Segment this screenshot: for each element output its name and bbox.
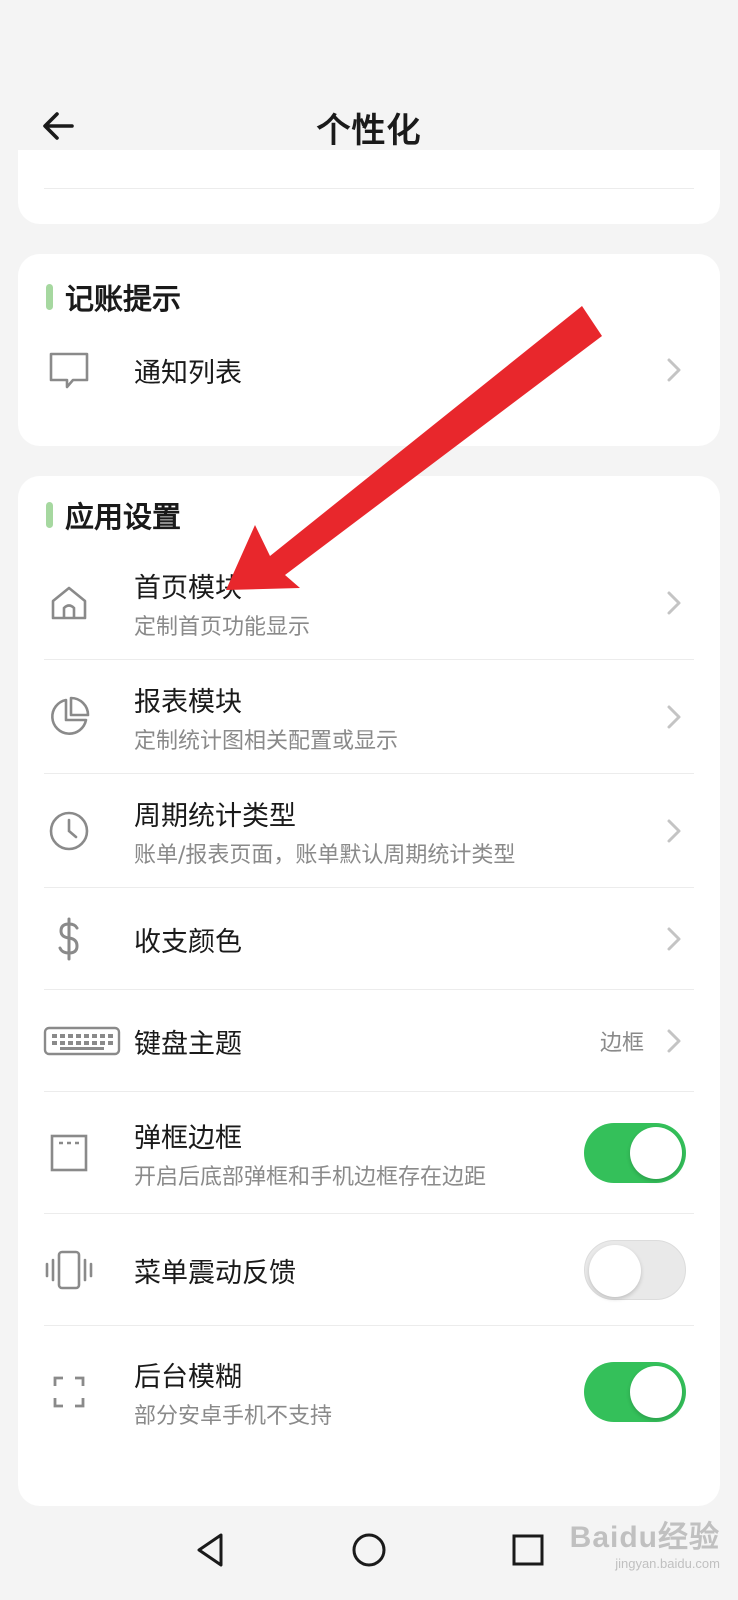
section-accent-bar: [46, 284, 53, 310]
row-income-expense-color[interactable]: 收支颜色: [44, 888, 694, 990]
toggle-knob: [630, 1127, 682, 1179]
chevron-right-icon: [662, 702, 686, 732]
row-menu-vibration: 菜单震动反馈: [44, 1214, 694, 1326]
row-title: 收支颜色: [134, 926, 242, 958]
row-texts: 弹框边框 开启后底部弹框和手机边框存在边距: [134, 1116, 486, 1191]
row-subtitle: 定制统计图相关配置或显示: [134, 728, 399, 754]
row-texts: 键盘主题: [134, 1022, 242, 1061]
row-title: 首页模块: [134, 572, 242, 604]
dialog-border-toggle[interactable]: [584, 1123, 686, 1183]
row-subtitle: 开启后底部弹框和手机边框存在边距: [134, 1164, 487, 1190]
notify-section-card: 记账提示 通知列表: [18, 254, 720, 446]
row-notification-list[interactable]: 通知列表: [44, 340, 694, 400]
row-texts: 周期统计类型 账单/报表页面，账单默认周期统计类型: [134, 794, 515, 869]
previous-section-card: [18, 150, 720, 224]
row-texts: 通知列表: [134, 351, 242, 390]
chevron-right-icon: [662, 355, 686, 385]
row-texts: 菜单震动反馈: [134, 1251, 296, 1290]
chevron-right-icon: [662, 1026, 686, 1056]
row-texts: 报表模块 定制统计图相关配置或显示: [134, 680, 398, 755]
row-texts: 后台模糊 部分安卓手机不支持: [134, 1355, 332, 1430]
row-value: 边框: [599, 1031, 644, 1056]
circle-home-icon: [352, 1533, 386, 1567]
row-title: 后台模糊: [134, 1361, 242, 1393]
frame-icon: [44, 1128, 94, 1178]
row-keyboard-theme[interactable]: 键盘主题 边框: [42, 990, 694, 1092]
row-texts: 收支颜色: [134, 920, 242, 959]
nav-recents-button[interactable]: [498, 1520, 558, 1580]
baidu-watermark: Baidu经验 jingyan.baidu.com: [570, 1512, 720, 1571]
divider: [44, 188, 694, 189]
row-title: 周期统计类型: [134, 800, 296, 832]
section-title-app: 应用设置: [46, 494, 181, 536]
keyboard-icon: [42, 1016, 122, 1066]
page-title: 个性化: [316, 111, 422, 151]
row-period-stat-type[interactable]: 周期统计类型 账单/报表页面，账单默认周期统计类型: [44, 774, 694, 888]
chevron-right-icon: [662, 588, 686, 618]
menu-vibration-toggle[interactable]: [584, 1240, 686, 1300]
vibrate-icon: [44, 1245, 94, 1295]
pie-chart-icon: [44, 692, 94, 742]
chevron-right-icon: [662, 816, 686, 846]
row-title: 通知列表: [134, 357, 242, 389]
dollar-icon: [44, 914, 94, 964]
row-title: 弹框边框: [134, 1122, 242, 1154]
row-subtitle: 部分安卓手机不支持: [134, 1403, 333, 1429]
chevron-right-icon: [662, 924, 686, 954]
clock-icon: [44, 806, 94, 856]
row-texts: 首页模块 定制首页功能显示: [134, 566, 310, 641]
toggle-knob: [589, 1245, 641, 1297]
background-blur-toggle[interactable]: [584, 1362, 686, 1422]
app-settings-card: 应用设置 首页模块 定制首页功能显示 报表模块 定制统计图相关配置或显示 周期统…: [18, 476, 720, 1506]
watermark-main: Baidu经验: [569, 1521, 720, 1554]
section-accent-bar: [46, 502, 53, 528]
blur-corners-icon: [44, 1367, 94, 1417]
row-title: 菜单震动反馈: [134, 1257, 296, 1289]
section-title-notify: 记账提示: [46, 276, 181, 318]
nav-back-button[interactable]: [180, 1520, 240, 1580]
nav-home-button[interactable]: [339, 1520, 399, 1580]
section-title-label: 应用设置: [65, 500, 182, 534]
home-icon: [44, 578, 94, 628]
chat-bubble-icon: [44, 345, 94, 395]
row-dialog-border: 弹框边框 开启后底部弹框和手机边框存在边距: [44, 1092, 694, 1214]
row-home-module[interactable]: 首页模块 定制首页功能显示: [44, 546, 694, 660]
row-title: 报表模块: [134, 686, 242, 718]
triangle-back-icon: [197, 1533, 223, 1567]
row-background-blur: 后台模糊 部分安卓手机不支持: [44, 1326, 694, 1458]
row-subtitle: 定制首页功能显示: [134, 614, 311, 640]
watermark-sub: jingyan.baidu.com: [615, 1556, 720, 1571]
row-report-module[interactable]: 报表模块 定制统计图相关配置或显示: [44, 660, 694, 774]
toggle-knob: [630, 1366, 682, 1418]
square-recents-icon: [512, 1534, 544, 1566]
row-subtitle: 账单/报表页面，账单默认周期统计类型: [134, 842, 516, 868]
row-title: 键盘主题: [134, 1028, 242, 1060]
section-title-label: 记账提示: [65, 282, 182, 316]
